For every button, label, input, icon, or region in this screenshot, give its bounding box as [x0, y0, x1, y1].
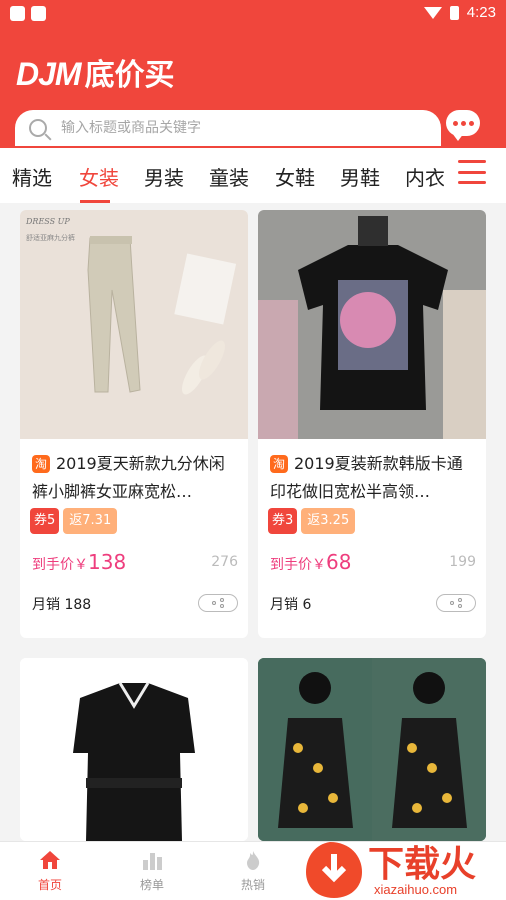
product-image: [20, 658, 248, 841]
product-image: DRESS UP 舒适亚麻九分裤: [20, 210, 248, 439]
active-tab-indicator: [80, 200, 110, 203]
product-image: [258, 210, 486, 439]
nav-home-label: 首页: [37, 878, 62, 892]
price: 到手价￥138: [32, 550, 127, 574]
wifi-icon: [423, 6, 442, 19]
tab-womens-shoes[interactable]: 女鞋: [275, 162, 315, 191]
product-card[interactable]: [20, 658, 248, 841]
monthly-sales: 月销 6: [270, 597, 312, 613]
message-button[interactable]: [446, 110, 480, 141]
status-bar: 4:23: [0, 0, 506, 28]
home-icon: [40, 851, 60, 869]
share-icon: [450, 598, 462, 608]
logo-latin: DJM: [16, 56, 82, 92]
category-tabs: 精选 女装 男装 童装 女鞋 男鞋 内衣: [0, 148, 506, 203]
nav-hot[interactable]: 热销: [223, 850, 283, 893]
chart-icon: [143, 853, 162, 870]
logo-cn: 底价买: [84, 58, 175, 93]
tab-underwear[interactable]: 内衣: [405, 162, 445, 191]
taobao-icon: 淘: [270, 455, 288, 473]
nav-home[interactable]: 首页: [20, 850, 80, 893]
category-menu-button[interactable]: [458, 160, 486, 184]
app-header: DJM 底价买: [0, 28, 506, 148]
product-title: 淘 2019夏装新款韩版卡通印花做旧宽松半高领…: [270, 454, 463, 501]
price: 到手价￥68: [270, 550, 352, 574]
coupon-badge: 券5: [30, 508, 60, 534]
watermark-text: 下载火: [368, 844, 476, 885]
share-button[interactable]: [436, 594, 476, 612]
tab-mens-shoes[interactable]: 男鞋: [340, 162, 380, 191]
taobao-icon: 淘: [32, 455, 50, 473]
search-bar[interactable]: [15, 110, 441, 146]
tag-group: 券3 返3.25: [268, 508, 356, 534]
nav-ranking[interactable]: 榜单: [122, 850, 182, 893]
app-logo: DJM 底价买: [16, 50, 175, 94]
search-input[interactable]: [61, 120, 381, 136]
original-price: 276: [211, 554, 238, 570]
svg-text:舒适亚麻九分裤: 舒适亚麻九分裤: [26, 233, 75, 242]
tab-mens[interactable]: 男装: [144, 162, 184, 191]
nav-ranking-label: 榜单: [139, 878, 164, 892]
coupon-badge: 券3: [268, 508, 298, 534]
rebate-badge: 返3.25: [301, 508, 356, 534]
tab-kids[interactable]: 童装: [209, 162, 249, 191]
nav-hot-label: 热销: [240, 878, 265, 892]
monthly-sales: 月销 188: [32, 597, 92, 613]
flame-icon: [247, 851, 260, 870]
original-price: 199: [449, 554, 476, 570]
rebate-badge: 返7.31: [63, 508, 118, 534]
chat-bubble-icon: [446, 110, 480, 141]
clock: 4:23: [466, 4, 496, 21]
product-title: 淘 2019夏天新款九分休闲裤小脚裤女亚麻宽松…: [32, 454, 225, 501]
product-image: [258, 658, 486, 841]
xiazaihuo-watermark: 下载火 xiazaihuo.com: [306, 842, 476, 898]
share-icon: [212, 598, 224, 608]
product-card[interactable]: [258, 658, 486, 841]
product-card[interactable]: 淘 2019夏装新款韩版卡通印花做旧宽松半高领… 券3 返3.25 到手价￥68 …: [258, 210, 486, 638]
search-icon: [29, 119, 47, 137]
notification-icon-2: [31, 6, 46, 21]
watermark-url: xiazaihuo.com: [374, 882, 457, 897]
notification-icon: [10, 6, 25, 21]
battery-icon: [449, 5, 459, 20]
share-button[interactable]: [198, 594, 238, 612]
tag-group: 券5 返7.31: [30, 508, 118, 534]
tab-womens[interactable]: 女装: [79, 162, 119, 191]
tab-jingxuan[interactable]: 精选: [12, 162, 52, 191]
svg-text:DRESS UP: DRESS UP: [25, 217, 70, 226]
product-card[interactable]: DRESS UP 舒适亚麻九分裤 淘 2019夏天新款九分休闲裤小脚裤女亚麻宽松……: [20, 210, 248, 638]
